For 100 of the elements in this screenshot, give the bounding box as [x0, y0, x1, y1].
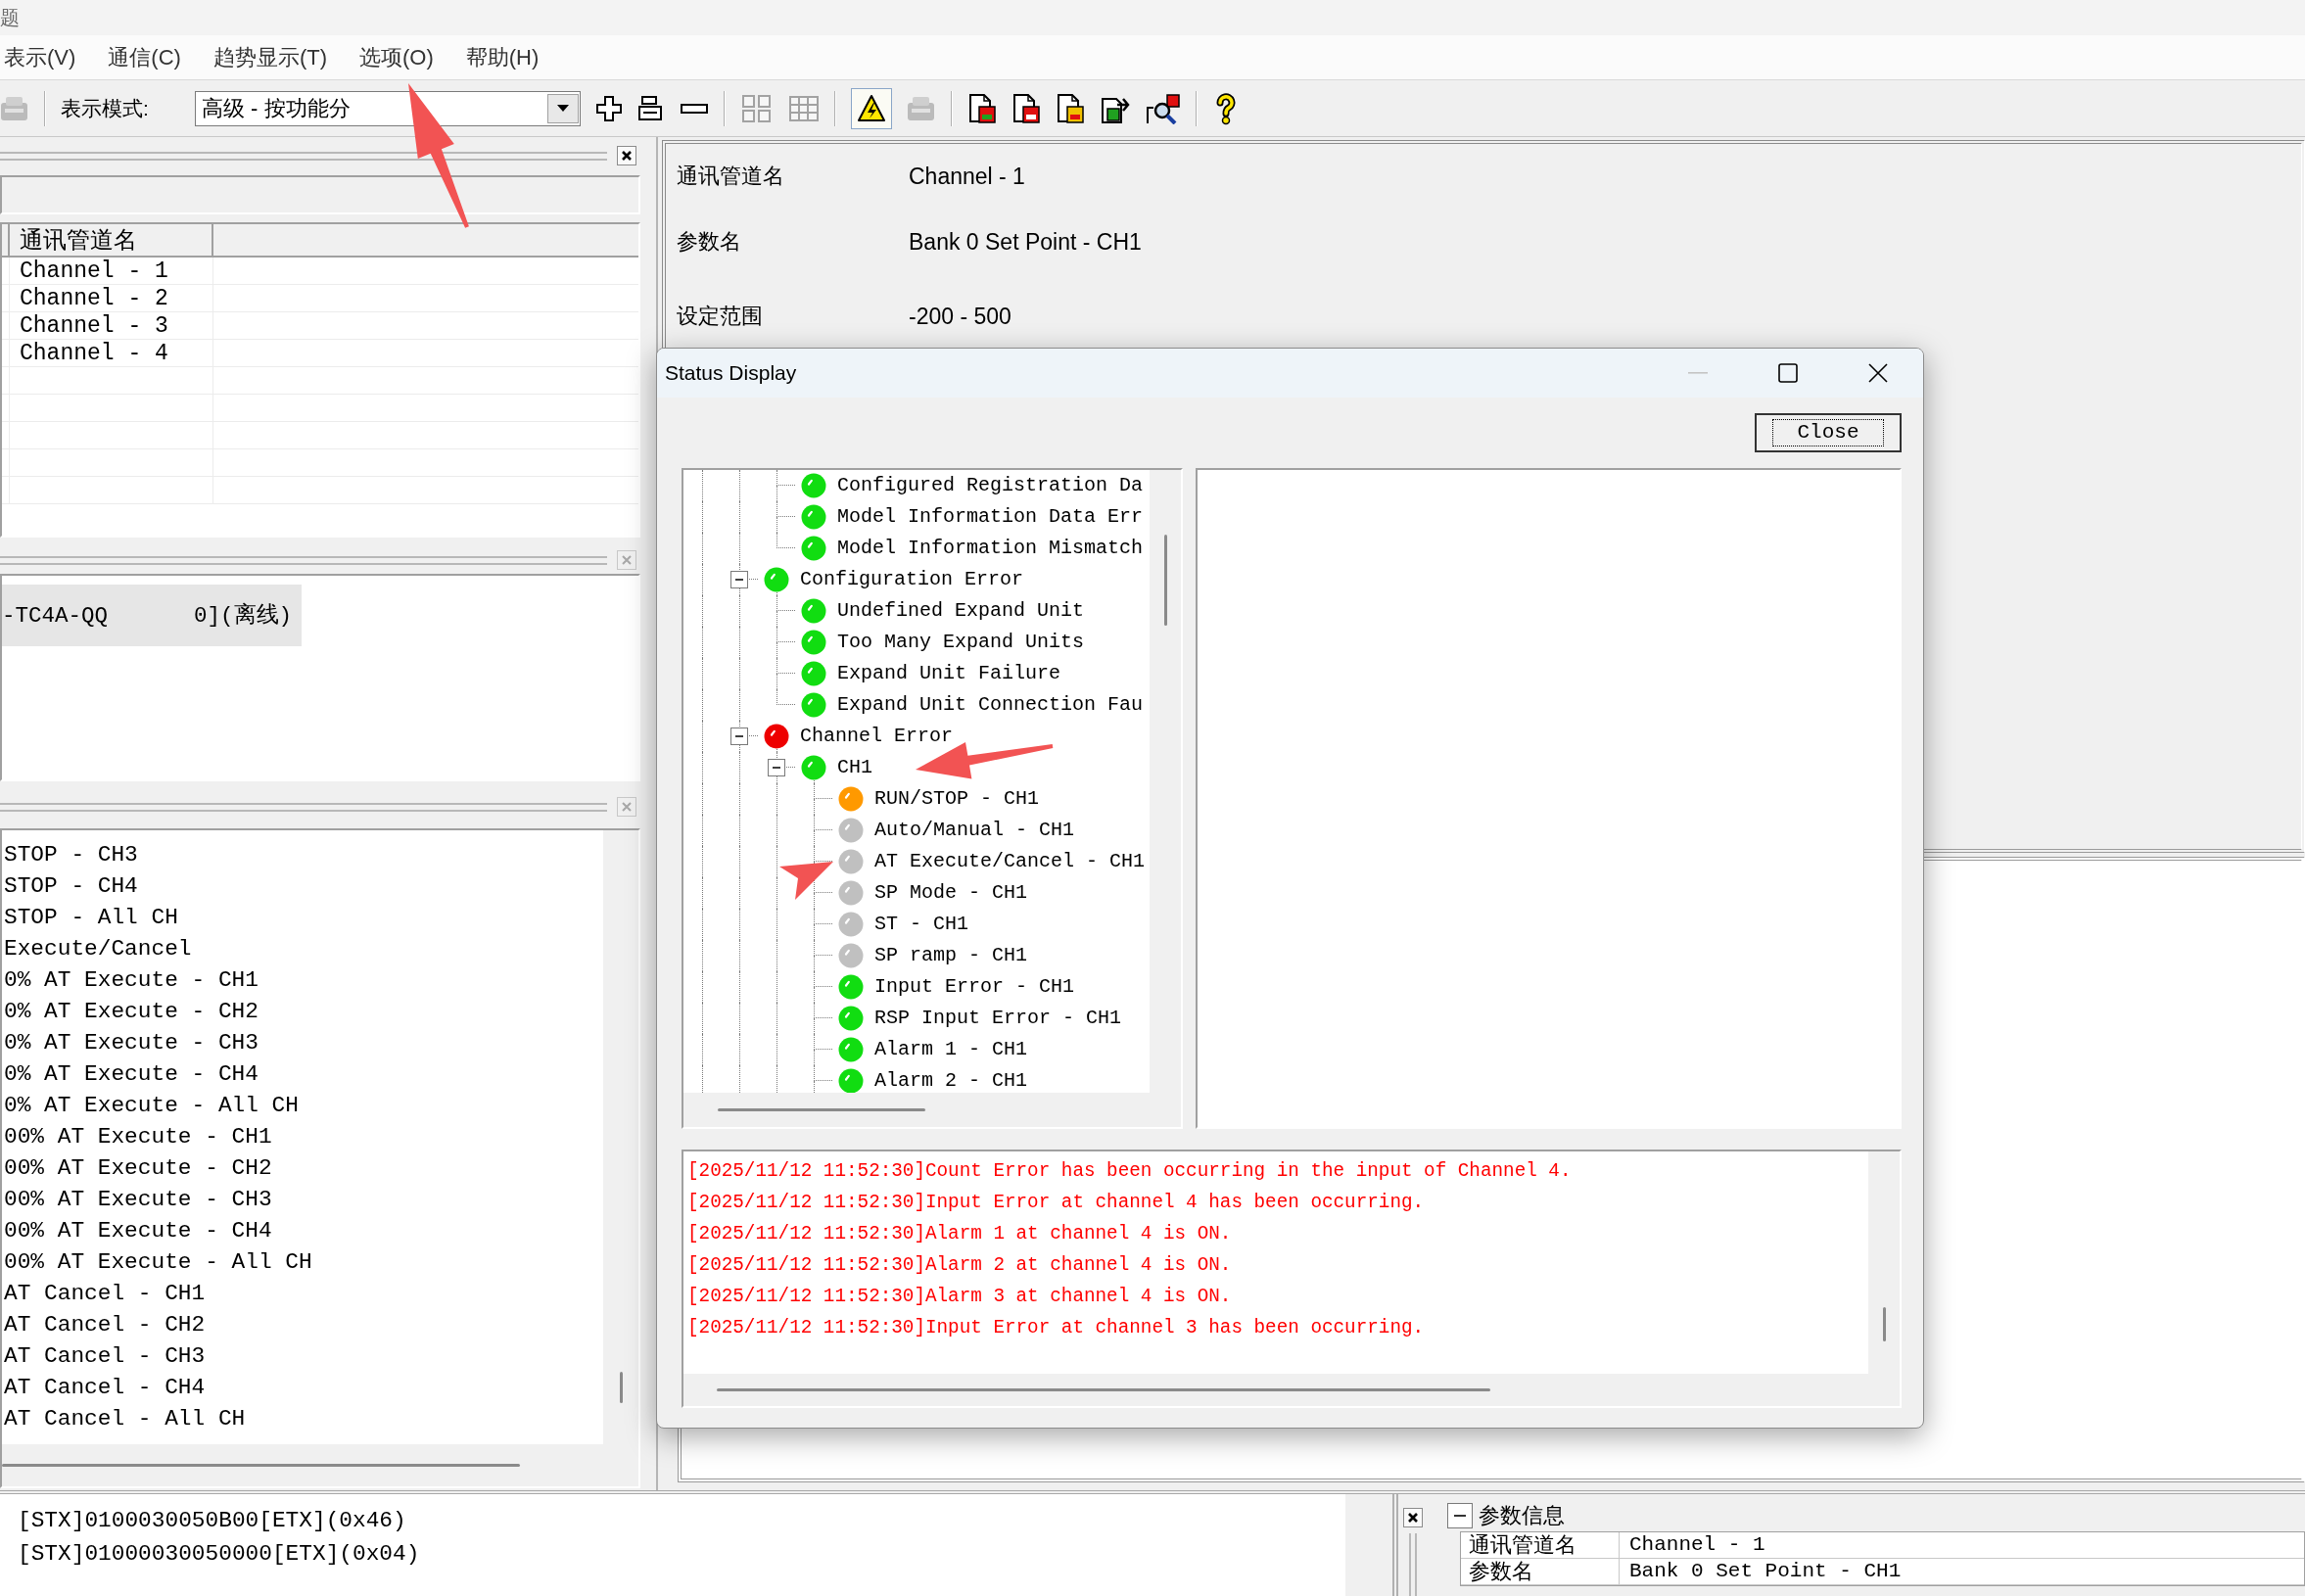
log-message: [2025/11/12 11:52:30]Alarm 3 at channel 4 is ON.	[687, 1285, 1232, 1308]
scrollbar-thumb[interactable]	[2, 1464, 520, 1467]
log-message: [2025/11/12 11:52:30]Alarm 1 at channel 4 is ON.	[687, 1222, 1232, 1245]
annotation-arrow	[778, 860, 835, 901]
tree-item[interactable]: Alarm 1 - CH1	[874, 1038, 1028, 1061]
channel-name[interactable]: Channel - 3	[20, 312, 168, 339]
tree-item[interactable]: ST - CH1	[874, 913, 968, 936]
command-item[interactable]: 00% AT Execute - CH4	[4, 1217, 272, 1244]
list-cell: 0](离线)	[194, 601, 292, 630]
channel-name[interactable]: Channel - 4	[20, 340, 168, 366]
command-item[interactable]: 00% AT Execute - CH1	[4, 1123, 272, 1150]
scrollbar-thumb[interactable]	[1163, 535, 1167, 626]
list-cell-text: -TC4A-QQ	[2, 601, 110, 630]
menu-item[interactable]: 通信(C)	[108, 44, 181, 70]
drag-handle[interactable]	[0, 151, 607, 161]
field-label: 参数名	[677, 228, 742, 256]
close-icon	[1868, 363, 1888, 383]
command-item[interactable]: STOP - CH4	[4, 872, 138, 900]
property-name: 参数名	[1461, 1559, 1620, 1584]
menu-item[interactable]: 趋势显示(T)	[212, 44, 327, 70]
tree-item[interactable]: Input Error - CH1	[874, 975, 1075, 999]
dropdown-button[interactable]	[547, 93, 579, 123]
log-line: [STX]01000030050000[ETX](0x04)	[18, 1540, 420, 1568]
command-item[interactable]: AT Cancel - CH3	[4, 1342, 206, 1370]
channel-name[interactable]: Channel - 2	[20, 285, 168, 311]
tree-item[interactable]: Model Information Data Err	[837, 505, 1144, 529]
menu-item[interactable]: 表示(V)	[4, 44, 76, 70]
document-icon[interactable]	[967, 92, 997, 124]
command-item[interactable]: 00% AT Execute - CH3	[4, 1186, 272, 1213]
field-value: Channel - 1	[909, 163, 1025, 190]
device-row[interactable]: -TC4A-QQ 0](离线)	[2, 585, 302, 646]
menu-item[interactable]: 帮助(H)	[465, 44, 540, 70]
tree-item[interactable]: Model Information Mismatch	[837, 537, 1144, 560]
tree-item[interactable]: Channel Error	[800, 725, 954, 748]
tree-item[interactable]: Too Many Expand Units	[837, 631, 1085, 654]
command-item[interactable]: Execute/Cancel	[4, 935, 192, 962]
close-button[interactable]: Close	[1755, 413, 1902, 452]
document-icon[interactable]	[1056, 92, 1085, 124]
channel-name[interactable]: Channel - 1	[20, 258, 168, 284]
field-value: -200 - 500	[909, 303, 1011, 330]
tree-item[interactable]: Alarm 2 - CH1	[874, 1069, 1028, 1093]
field-label: 设定范围	[677, 303, 764, 330]
property-name: 通讯管道名	[1461, 1532, 1620, 1558]
close-icon	[1407, 1512, 1419, 1524]
command-item[interactable]: AT Cancel - CH4	[4, 1374, 206, 1401]
tree-item[interactable]: Undefined Expand Unit	[837, 599, 1085, 623]
collapse-button[interactable]	[730, 571, 748, 588]
window-title: 题	[0, 6, 20, 29]
property-value: Bank 0 Set Point - CH1	[1628, 1559, 1902, 1584]
command-item[interactable]: 0% AT Execute - CH1	[4, 966, 259, 994]
command-item[interactable]: AT Cancel - CH2	[4, 1311, 206, 1338]
drag-handle[interactable]	[0, 555, 607, 565]
dialog-title: Status Display	[664, 360, 797, 386]
drag-handle[interactable]	[1409, 1533, 1417, 1596]
mode-dropdown[interactable]: 高级 - 按功能分	[195, 90, 581, 126]
document-icon[interactable]	[1011, 92, 1041, 124]
command-item[interactable]: AT Cancel - CH1	[4, 1280, 206, 1307]
scrollbar-thumb[interactable]	[1882, 1307, 1886, 1341]
command-item[interactable]: AT Cancel - All CH	[4, 1405, 246, 1432]
command-item[interactable]: 0% AT Execute - All CH	[4, 1092, 299, 1119]
plus-icon[interactable]	[595, 94, 623, 122]
input-field[interactable]	[0, 175, 640, 214]
command-item[interactable]: 00% AT Execute - CH2	[4, 1154, 272, 1182]
log-message: [2025/11/12 11:52:30]Count Error has been occurring in the input of Channel 4.	[687, 1159, 1572, 1183]
collapse-button[interactable]	[730, 728, 748, 745]
caret-icon	[557, 104, 569, 113]
command-item[interactable]: 00% AT Execute - All CH	[4, 1248, 312, 1276]
log-message: [2025/11/12 11:52:30]Input Error at channel 3 has been occurring.	[687, 1316, 1425, 1339]
field-value: Bank 0 Set Point - CH1	[909, 228, 1142, 256]
command-item[interactable]: 0% AT Execute - CH3	[4, 1029, 259, 1056]
tree-item[interactable]: CH1	[837, 756, 872, 779]
tree-item[interactable]: RSP Input Error - CH1	[874, 1007, 1122, 1030]
document-search-icon[interactable]	[1146, 92, 1181, 124]
toggle-button[interactable]	[851, 87, 892, 129]
tree-item[interactable]: Configuration Error	[800, 568, 1024, 591]
collapse-button[interactable]	[1447, 1503, 1473, 1528]
scrollbar-thumb[interactable]	[718, 1108, 925, 1111]
tree-item[interactable]: AT Execute/Cancel - CH1	[874, 850, 1146, 873]
collapse-button[interactable]	[768, 759, 785, 776]
tree-item[interactable]: SP Mode - CH1	[874, 881, 1028, 905]
tree-item[interactable]: Expand Unit Failure	[837, 662, 1061, 685]
tree-item[interactable]: Configured Registration Da	[837, 474, 1144, 497]
scrollbar-thumb[interactable]	[619, 1372, 623, 1403]
scrollbar-thumb[interactable]	[717, 1388, 1490, 1391]
tree-item[interactable]: RUN/STOP - CH1	[874, 787, 1040, 811]
drag-handle[interactable]	[0, 802, 607, 812]
pane-close-button[interactable]	[1403, 1508, 1423, 1527]
field-label: 通讯管道名	[677, 163, 785, 190]
command-item[interactable]: 0% AT Execute - CH4	[4, 1060, 259, 1088]
tree-item[interactable]: Expand Unit Connection Fau	[837, 693, 1144, 717]
stack-icon[interactable]	[637, 94, 665, 122]
log-message: [2025/11/12 11:52:30]Input Error at channel 4 has been occurring.	[687, 1191, 1425, 1214]
tree-item[interactable]: Auto/Manual - CH1	[874, 819, 1075, 842]
maximize-icon	[1778, 363, 1798, 383]
property-value: Channel - 1	[1628, 1532, 1765, 1558]
tree-item[interactable]: SP ramp - CH1	[874, 944, 1028, 967]
command-item[interactable]: 0% AT Execute - CH2	[4, 998, 259, 1025]
menu-item[interactable]: 选项(O)	[358, 44, 434, 70]
command-item[interactable]: STOP - All CH	[4, 904, 178, 931]
command-item[interactable]: STOP - CH3	[4, 841, 138, 868]
